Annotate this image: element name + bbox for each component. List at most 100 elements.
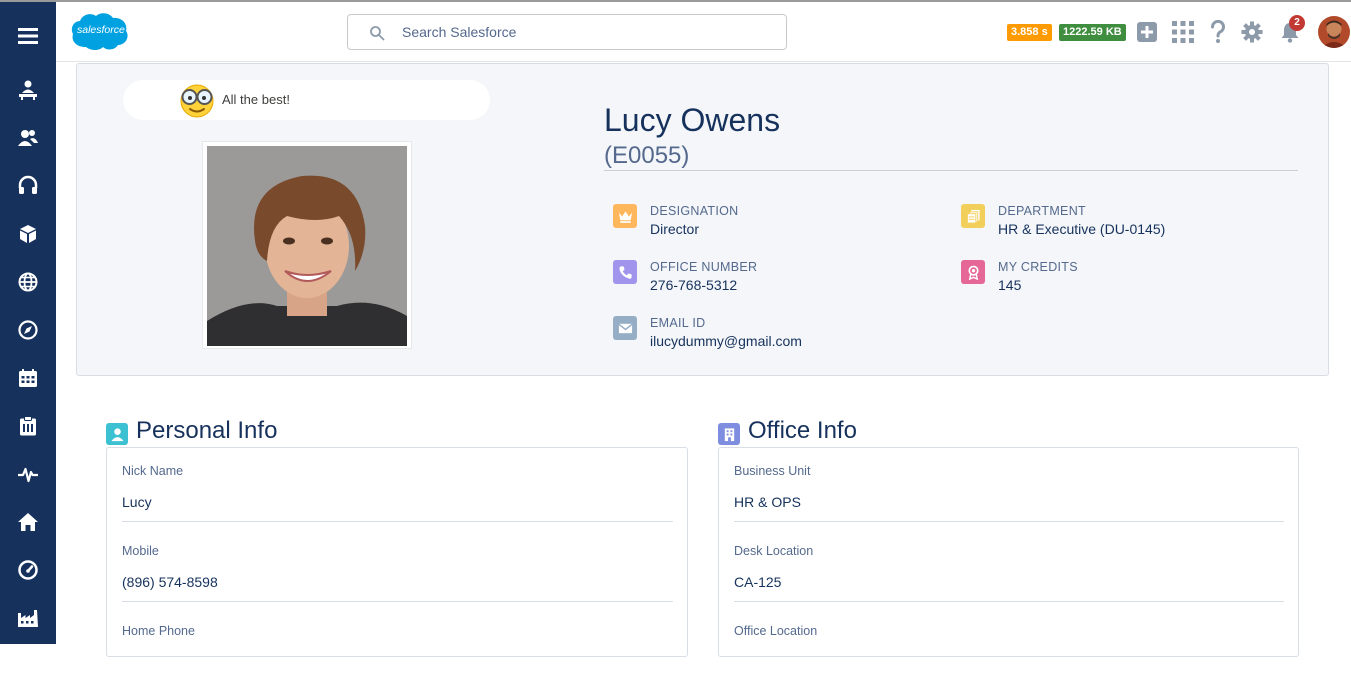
sidebar-item-explore[interactable] [0,308,56,352]
calendar-icon [19,369,37,387]
compass-icon [18,320,38,340]
sidebar-item-tasks[interactable] [0,404,56,448]
quote-text: All the best! [222,92,290,107]
business-unit-row: Business Unit HR & OPS [734,448,1284,522]
person-desk-icon [19,80,37,100]
gear-icon [1241,21,1263,43]
my-credits-field: MY CREDITS 145 [961,260,1261,300]
home-icon [18,513,38,531]
nick-name-label: Nick Name [122,464,184,478]
menu-button[interactable] [0,14,56,58]
global-create-button[interactable] [1133,18,1161,46]
sidebar-item-dashboard[interactable] [0,548,56,592]
timing-badge: 3.858 s [1007,24,1052,41]
department-field: DEPARTMENT HR & Executive (DU-0145) [961,204,1301,244]
users-icon [18,130,38,146]
gauge-icon [18,560,38,580]
designation-field: DESIGNATION Director [613,204,913,244]
email-label: EMAIL ID [650,316,706,330]
search-input[interactable] [402,15,772,49]
headset-icon [18,175,38,194]
logo-text: salesforce [77,24,125,36]
person-icon [106,423,128,445]
global-header: salesforce 3.858 s 1222.59 KB 2 [56,2,1351,62]
office-location-row: Office Location [734,608,1284,678]
profile-photo [202,141,412,349]
sidebar-item-activity[interactable] [0,452,56,496]
desk-location-row: Desk Location CA-125 [734,528,1284,602]
setup-button[interactable] [1238,18,1266,46]
help-icon [1210,20,1225,43]
row-divider [122,601,673,602]
my-credits-value: 145 [998,277,1022,293]
desk-location-value: CA-125 [734,574,782,590]
employee-name: Lucy Owens [604,102,781,138]
row-divider [734,601,1284,602]
award-icon [961,260,985,284]
crown-icon [613,204,637,228]
email-icon [613,316,637,340]
nick-name-value: Lucy [122,494,152,510]
my-credits-label: MY CREDITS [998,260,1078,274]
sidebar-item-contacts[interactable] [0,116,56,160]
name-divider [604,170,1298,171]
app-launcher-icon [1172,21,1194,43]
personal-info-panel: Nick Name Lucy Mobile (896) 574-8598 Hom… [106,447,688,657]
department-label: DEPARTMENT [998,204,1086,218]
nick-name-row: Nick Name Lucy [122,448,673,522]
sidebar-item-industries[interactable] [0,596,56,640]
department-value: HR & Executive (DU-0145) [998,221,1166,237]
sidebar-item-person-desk[interactable] [0,68,56,112]
home-phone-label: Home Phone [122,624,195,638]
sidebar-item-home[interactable] [0,500,56,544]
office-number-label: OFFICE NUMBER [650,260,758,274]
office-number-value: 276-768-5312 [650,277,738,293]
globe-icon [18,272,38,292]
home-phone-row: Home Phone [122,608,673,678]
business-unit-value: HR & OPS [734,494,801,510]
sidebar-item-products[interactable] [0,212,56,256]
row-divider [734,521,1284,522]
personal-info-heading: Personal Info [106,417,406,447]
search-icon [370,26,385,41]
factory-icon [18,610,38,627]
nerd-emoji-icon [180,84,214,118]
office-info-title: Office Info [748,417,857,444]
help-button[interactable] [1204,18,1232,46]
designation-value: Director [650,221,700,237]
notification-count-badge: 2 [1289,15,1305,31]
desk-location-label: Desk Location [734,544,814,558]
personal-info-title: Personal Info [136,417,278,444]
employee-id: (E0055) [604,142,690,169]
mobile-label: Mobile [122,544,159,558]
phone-icon [613,260,637,284]
row-divider [122,521,673,522]
pulse-icon [18,467,38,483]
clipboard-icon [20,416,36,436]
sidebar-item-support[interactable] [0,164,56,208]
hamburger-icon [18,28,38,44]
sidebar-item-global[interactable] [0,260,56,304]
department-icon [961,204,985,228]
email-field: EMAIL ID ilucydummy@gmail.com [613,316,913,356]
designation-label: DESIGNATION [650,204,739,218]
plus-icon [1137,22,1157,42]
profile-photo-image [207,146,407,346]
office-number-field: OFFICE NUMBER 276-768-5312 [613,260,913,300]
business-unit-label: Business Unit [734,464,811,478]
office-location-label: Office Location [734,624,818,638]
search-box[interactable] [347,14,787,50]
office-info-heading: Office Info [718,417,1018,447]
sidebar-nav [0,2,56,644]
quote-bubble: All the best! [123,80,490,120]
email-value[interactable]: ilucydummy@gmail.com [650,333,802,349]
office-info-panel: Business Unit HR & OPS Desk Location CA-… [718,447,1299,657]
profile-card: All the best! Lucy Owens (E0055) DESIGNA… [76,63,1329,376]
building-icon [718,423,740,445]
app-launcher-button[interactable] [1169,18,1197,46]
user-avatar[interactable] [1318,16,1350,48]
sidebar-item-calendar[interactable] [0,356,56,400]
cube-icon [20,225,36,243]
mobile-value: (896) 574-8598 [122,574,218,590]
salesforce-logo[interactable]: salesforce [68,9,132,55]
